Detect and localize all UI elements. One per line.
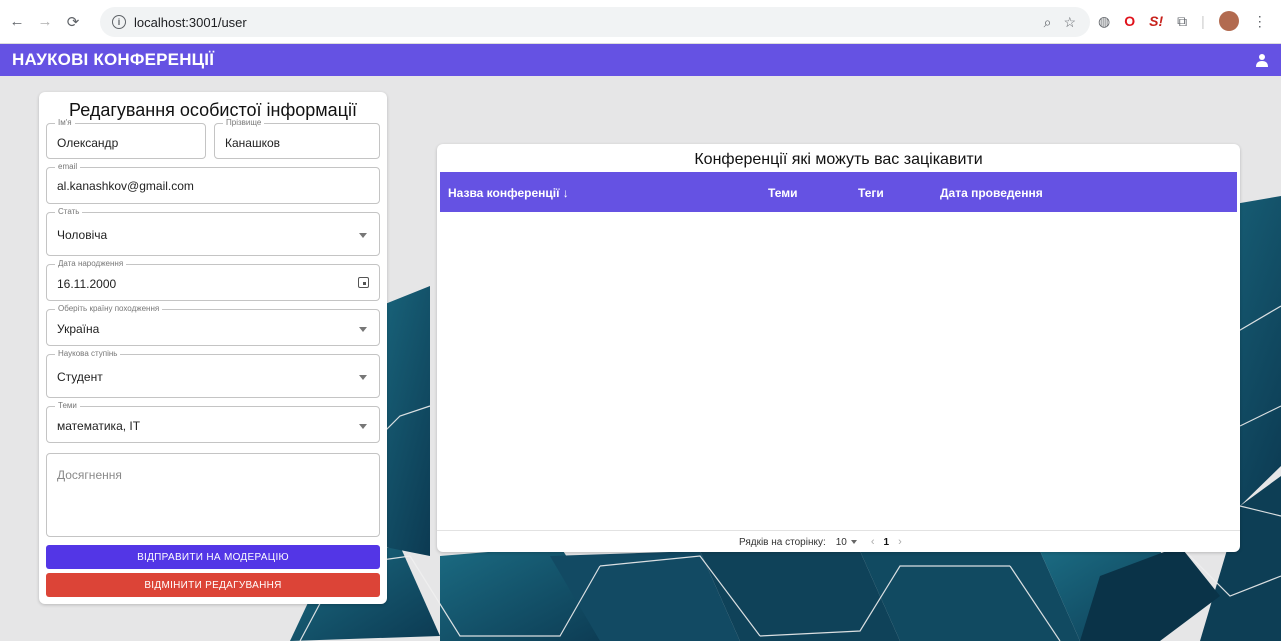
browser-menu-icon[interactable]: ⋮: [1253, 13, 1267, 30]
birth-date-field[interactable]: Дата народження 16.11.2000: [46, 259, 380, 301]
column-header-topics[interactable]: Теми: [768, 186, 798, 200]
conferences-title: Конференції які можуть вас зацікавити: [694, 151, 983, 168]
email-label: email: [55, 162, 81, 172]
degree-select[interactable]: Наукова ступінь Студент: [46, 349, 380, 398]
opera-extension-icon[interactable]: O: [1124, 13, 1135, 29]
profile-avatar[interactable]: [1218, 11, 1239, 31]
caret-down-icon: [850, 540, 857, 544]
app-title[interactable]: НАУКОВІ КОНФЕРЕНЦІЇ: [12, 50, 214, 70]
reload-icon[interactable]: ⟳: [62, 11, 84, 33]
profile-form-title: Редагування особистої інформації: [68, 100, 358, 120]
back-icon[interactable]: ←: [6, 11, 28, 33]
gender-select[interactable]: Стать Чоловіча: [46, 207, 380, 256]
chevron-down-icon: [359, 327, 367, 332]
s-extension-icon[interactable]: S!: [1149, 13, 1163, 29]
last-name-value: Канашков: [225, 136, 281, 150]
country-label: Оберіть країну походження: [55, 304, 163, 314]
url-text: localhost:3001/user: [134, 14, 247, 30]
achievements-textarea[interactable]: Досягнення: [46, 453, 380, 537]
first-name-value: Олександр: [57, 136, 119, 150]
first-name-label: Ім'я: [55, 118, 75, 128]
app-bar: НАУКОВІ КОНФЕРЕНЦІЇ: [0, 44, 1281, 76]
birth-date-value: 16.11.2000: [57, 277, 117, 291]
user-account-icon[interactable]: [1255, 53, 1269, 67]
rows-per-page-select[interactable]: 10: [836, 537, 857, 548]
rows-per-page-label: Рядків на сторінку:: [739, 536, 826, 548]
address-bar[interactable]: i localhost:3001/user ⌕ ☆: [100, 7, 1090, 37]
conferences-card: Конференції які можуть вас зацікавити На…: [437, 144, 1240, 552]
current-page: 1: [883, 536, 890, 548]
topics-label: Теми: [55, 401, 80, 411]
profile-edit-card: Редагування особистої інформації Ім'я Ол…: [39, 92, 387, 604]
globe-extension-icon[interactable]: ◍: [1098, 13, 1110, 30]
site-info-icon[interactable]: i: [112, 15, 126, 29]
chevron-down-icon: [359, 375, 367, 380]
gender-value: Чоловіча: [57, 228, 108, 242]
browser-toolbar: ← → ⟳ i localhost:3001/user ⌕ ☆ ◍ O S! ⧉…: [0, 0, 1281, 44]
first-name-field[interactable]: Ім'я Олександр: [46, 118, 206, 159]
achievements-placeholder: Досягнення: [57, 468, 122, 482]
degree-value: Студент: [57, 370, 103, 384]
cancel-edit-button[interactable]: ВІДМІНИТИ РЕДАГУВАННЯ: [46, 573, 380, 597]
country-select[interactable]: Оберіть країну походження Україна: [46, 304, 380, 346]
table-header: Назва конференції ↓ Теми Теги Дата прове…: [440, 172, 1237, 212]
chevron-down-icon: [359, 424, 367, 429]
email-field[interactable]: email al.kanashkov@gmail.com: [46, 162, 380, 204]
forward-icon[interactable]: →: [34, 11, 56, 33]
table-footer-divider: [437, 530, 1240, 531]
chevron-down-icon: [359, 233, 367, 238]
degree-label: Наукова ступінь: [55, 349, 121, 359]
column-header-date[interactable]: Дата проведення: [940, 186, 1043, 200]
topics-value: математика, IT: [57, 419, 141, 433]
country-value: Україна: [57, 322, 100, 336]
next-page-icon[interactable]: ›: [898, 536, 902, 548]
column-header-name[interactable]: Назва конференції ↓: [448, 186, 569, 200]
calendar-icon[interactable]: [358, 277, 369, 288]
topics-select[interactable]: Теми математика, IT: [46, 401, 380, 443]
toolbar-divider: |: [1201, 13, 1205, 29]
prev-page-icon[interactable]: ‹: [871, 536, 875, 548]
last-name-field[interactable]: Прізвище Канашков: [214, 118, 380, 159]
bookmark-star-icon[interactable]: ☆: [1063, 14, 1076, 31]
rows-per-page-value: 10: [835, 536, 847, 548]
table-pagination: Рядків на сторінку: 10 ‹ 1 ›: [739, 536, 902, 548]
column-header-tags[interactable]: Теги: [858, 186, 884, 200]
last-name-label: Прізвище: [223, 118, 265, 128]
gender-label: Стать: [55, 207, 83, 217]
extensions-puzzle-icon[interactable]: ⧉: [1177, 13, 1187, 30]
email-value: al.kanashkov@gmail.com: [57, 179, 194, 193]
birth-date-label: Дата народження: [55, 259, 127, 269]
zoom-icon[interactable]: ⌕: [1044, 14, 1052, 31]
submit-moderation-button[interactable]: ВІДПРАВИТИ НА МОДЕРАЦІЮ: [46, 545, 380, 569]
